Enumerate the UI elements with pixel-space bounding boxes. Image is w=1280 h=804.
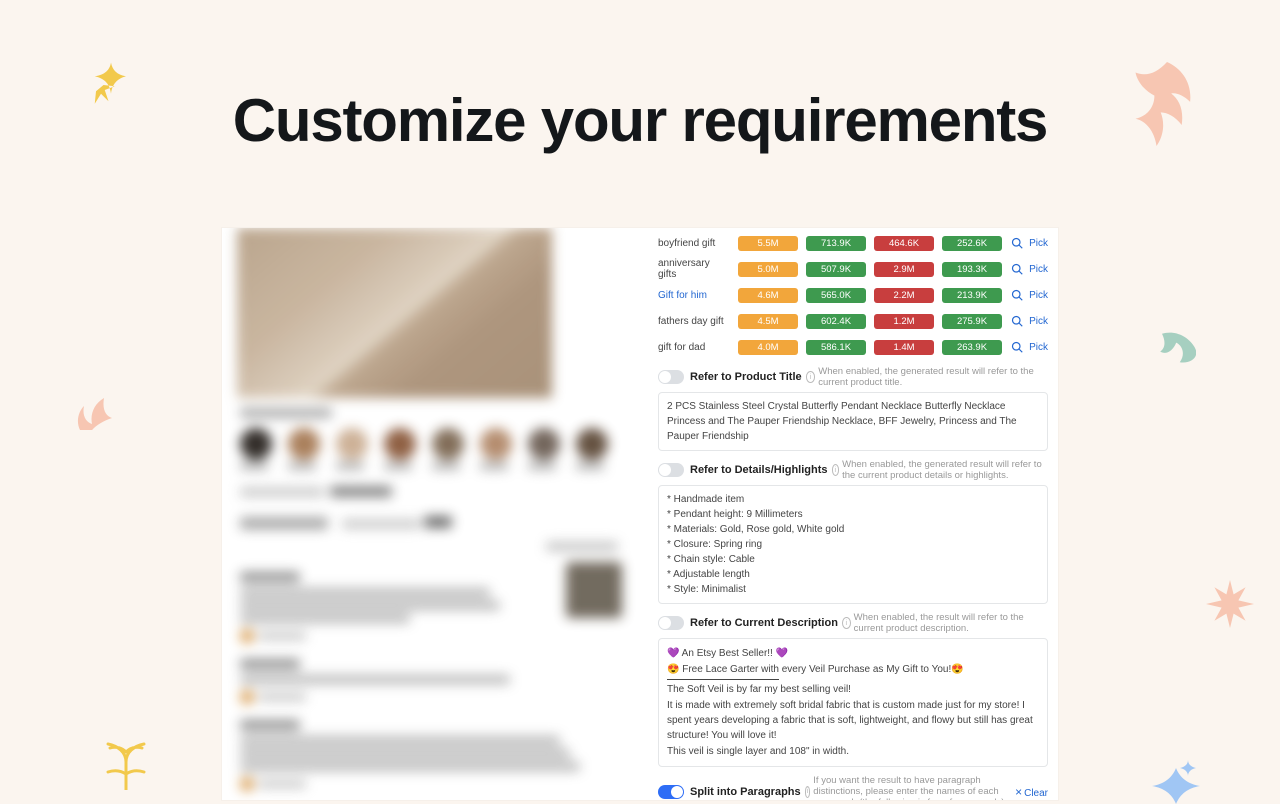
keyword-row: anniversary gifts 5.0M 507.9K 2.9M 193.3…	[658, 258, 1048, 280]
app-card: boyfriend gift 5.5M 713.9K 464.6K 252.6K…	[222, 228, 1058, 800]
keyword-name: fathers day gift	[658, 316, 730, 327]
metric-red: 1.2M	[874, 314, 934, 329]
metric-red: 464.6K	[874, 236, 934, 251]
metric-green2: 263.9K	[942, 340, 1002, 355]
keyword-name: gift for dad	[658, 342, 730, 353]
metric-red: 2.9M	[874, 262, 934, 277]
description-text[interactable]: 💜 An Etsy Best Seller!! 💜 😍 Free Lace Ga…	[658, 638, 1048, 767]
metric-green: 602.4K	[806, 314, 866, 329]
pick-button[interactable]: Pick	[1011, 263, 1048, 275]
metric-green: 507.9K	[806, 262, 866, 277]
pick-button[interactable]: Pick	[1011, 237, 1048, 249]
keyword-name: boyfriend gift	[658, 238, 730, 249]
refer-title-toggle[interactable]	[658, 370, 684, 384]
keyword-name[interactable]: Gift for him	[658, 290, 730, 301]
page-title: Customize your requirements	[0, 86, 1280, 155]
refer-details-row: Refer to Details/Highlights iWhen enable…	[658, 459, 1048, 481]
split-row: Split into Paragraphs iIf you want the r…	[658, 775, 1048, 800]
split-hint: iIf you want the result to have paragrap…	[805, 775, 1015, 800]
keyword-name: anniversary gifts	[658, 258, 730, 280]
refer-title-label: Refer to Product Title	[690, 371, 802, 383]
keyword-row: fathers day gift 4.5M 602.4K 1.2M 275.9K…	[658, 310, 1048, 332]
metric-green: 586.1K	[806, 340, 866, 355]
keyword-row: boyfriend gift 5.5M 713.9K 464.6K 252.6K…	[658, 232, 1048, 254]
keyword-row: gift for dad 4.0M 586.1K 1.4M 263.9K Pic…	[658, 336, 1048, 358]
refer-details-toggle[interactable]	[658, 463, 684, 477]
metric-volume: 4.0M	[738, 340, 798, 355]
config-panel: boyfriend gift 5.5M 713.9K 464.6K 252.6K…	[658, 228, 1058, 800]
refer-details-label: Refer to Details/Highlights	[690, 464, 828, 476]
pick-button[interactable]: Pick	[1011, 289, 1048, 301]
split-toggle[interactable]	[658, 785, 684, 799]
metric-green: 565.0K	[806, 288, 866, 303]
metric-volume: 5.5M	[738, 236, 798, 251]
metric-red: 2.2M	[874, 288, 934, 303]
metric-volume: 5.0M	[738, 262, 798, 277]
metric-green2: 252.6K	[942, 236, 1002, 251]
split-label: Split into Paragraphs	[690, 786, 801, 798]
details-text[interactable]: * Handmade item* Pendant height: 9 Milli…	[658, 485, 1048, 604]
pick-button[interactable]: Pick	[1011, 315, 1048, 327]
refer-desc-toggle[interactable]	[658, 616, 684, 630]
metric-volume: 4.5M	[738, 314, 798, 329]
refer-desc-row: Refer to Current Description iWhen enabl…	[658, 612, 1048, 634]
refer-title-row: Refer to Product Title iWhen enabled, th…	[658, 366, 1048, 388]
product-preview-blurred	[222, 228, 642, 800]
metric-green: 713.9K	[806, 236, 866, 251]
metric-green2: 275.9K	[942, 314, 1002, 329]
metric-green2: 193.3K	[942, 262, 1002, 277]
refer-details-hint: iWhen enabled, the generated result will…	[832, 459, 1048, 481]
metric-volume: 4.6M	[738, 288, 798, 303]
metric-green2: 213.9K	[942, 288, 1002, 303]
refer-desc-label: Refer to Current Description	[690, 617, 838, 629]
refer-desc-hint: iWhen enabled, the result will refer to …	[842, 612, 1048, 634]
metric-red: 1.4M	[874, 340, 934, 355]
refer-title-hint: iWhen enabled, the generated result will…	[806, 366, 1048, 388]
keyword-row: Gift for him 4.6M 565.0K 2.2M 213.9K Pic…	[658, 284, 1048, 306]
clear-button[interactable]: ×Clear	[1015, 785, 1048, 799]
product-title-text[interactable]: 2 PCS Stainless Steel Crystal Butterfly …	[658, 392, 1048, 451]
pick-button[interactable]: Pick	[1011, 341, 1048, 353]
